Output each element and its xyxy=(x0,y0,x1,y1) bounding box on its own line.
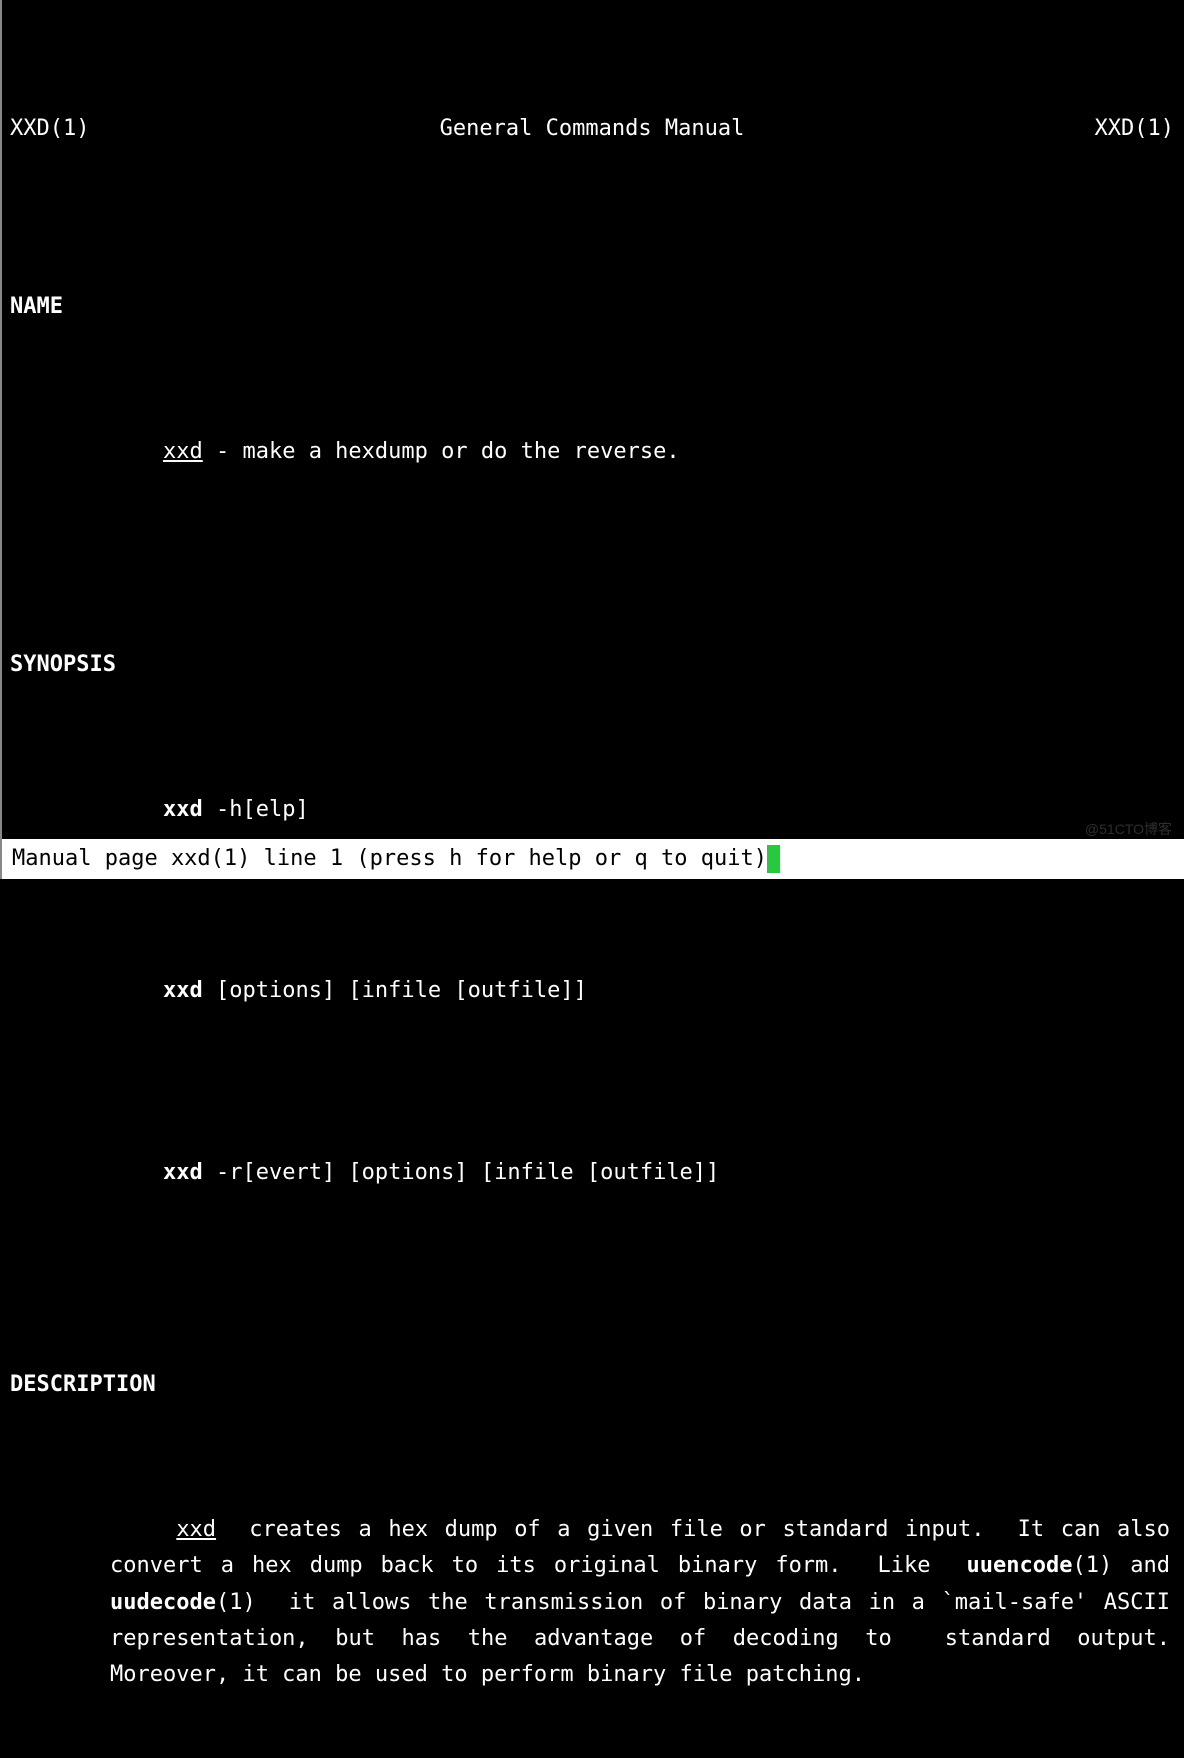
section-description-heading: DESCRIPTION xyxy=(10,1367,1174,1403)
pager-status-text: Manual page xxd(1) line 1 (press h for h… xyxy=(12,841,767,877)
synopsis-line: xxd [options] [infile [outfile]] xyxy=(10,937,1174,1046)
section-description-body: xxd creates a hex dump of a given file o… xyxy=(10,1476,1174,1730)
synopsis-args: [options] [infile [outfile]] xyxy=(203,978,587,1003)
cmd-desc: - make a hexdump or do the reverse. xyxy=(203,439,680,464)
synopsis-cmd: xxd xyxy=(163,1160,203,1185)
desc-text: (1) and xyxy=(1073,1553,1184,1578)
section-synopsis-heading: SYNOPSIS xyxy=(10,647,1174,683)
ref-uuencode: uuencode xyxy=(967,1553,1073,1578)
header-right: XXD(1) xyxy=(1095,111,1174,147)
synopsis-args: -h[elp] xyxy=(203,797,309,822)
synopsis-line: xxd -r[evert] [options] [infile [outfile… xyxy=(10,1118,1174,1227)
man-page-viewport[interactable]: XXD(1) General Commands Manual XXD(1) NA… xyxy=(2,0,1184,1758)
cmd-name: xxd xyxy=(163,439,203,464)
section-name-heading: NAME xyxy=(10,289,1174,325)
header-center: General Commands Manual xyxy=(440,111,745,147)
cursor-icon xyxy=(767,845,780,874)
pager-status-bar[interactable]: Manual page xxd(1) line 1 (press h for h… xyxy=(2,839,1184,879)
synopsis-cmd: xxd xyxy=(163,797,203,822)
watermark: @51CTO博客 xyxy=(1085,818,1172,841)
synopsis-args: -r[evert] [options] [infile [outfile]] xyxy=(203,1160,720,1185)
header-left: XXD(1) xyxy=(10,111,89,147)
section-name-body: xxd - make a hexdump or do the reverse. xyxy=(10,398,1174,507)
desc-cmd: xxd xyxy=(176,1517,216,1542)
desc-text: (1) it allows the transmission of binary… xyxy=(110,1590,1184,1688)
synopsis-cmd: xxd xyxy=(163,978,203,1003)
ref-uudecode: uudecode xyxy=(110,1590,216,1615)
man-header: XXD(1) General Commands Manual XXD(1) xyxy=(10,111,1174,147)
